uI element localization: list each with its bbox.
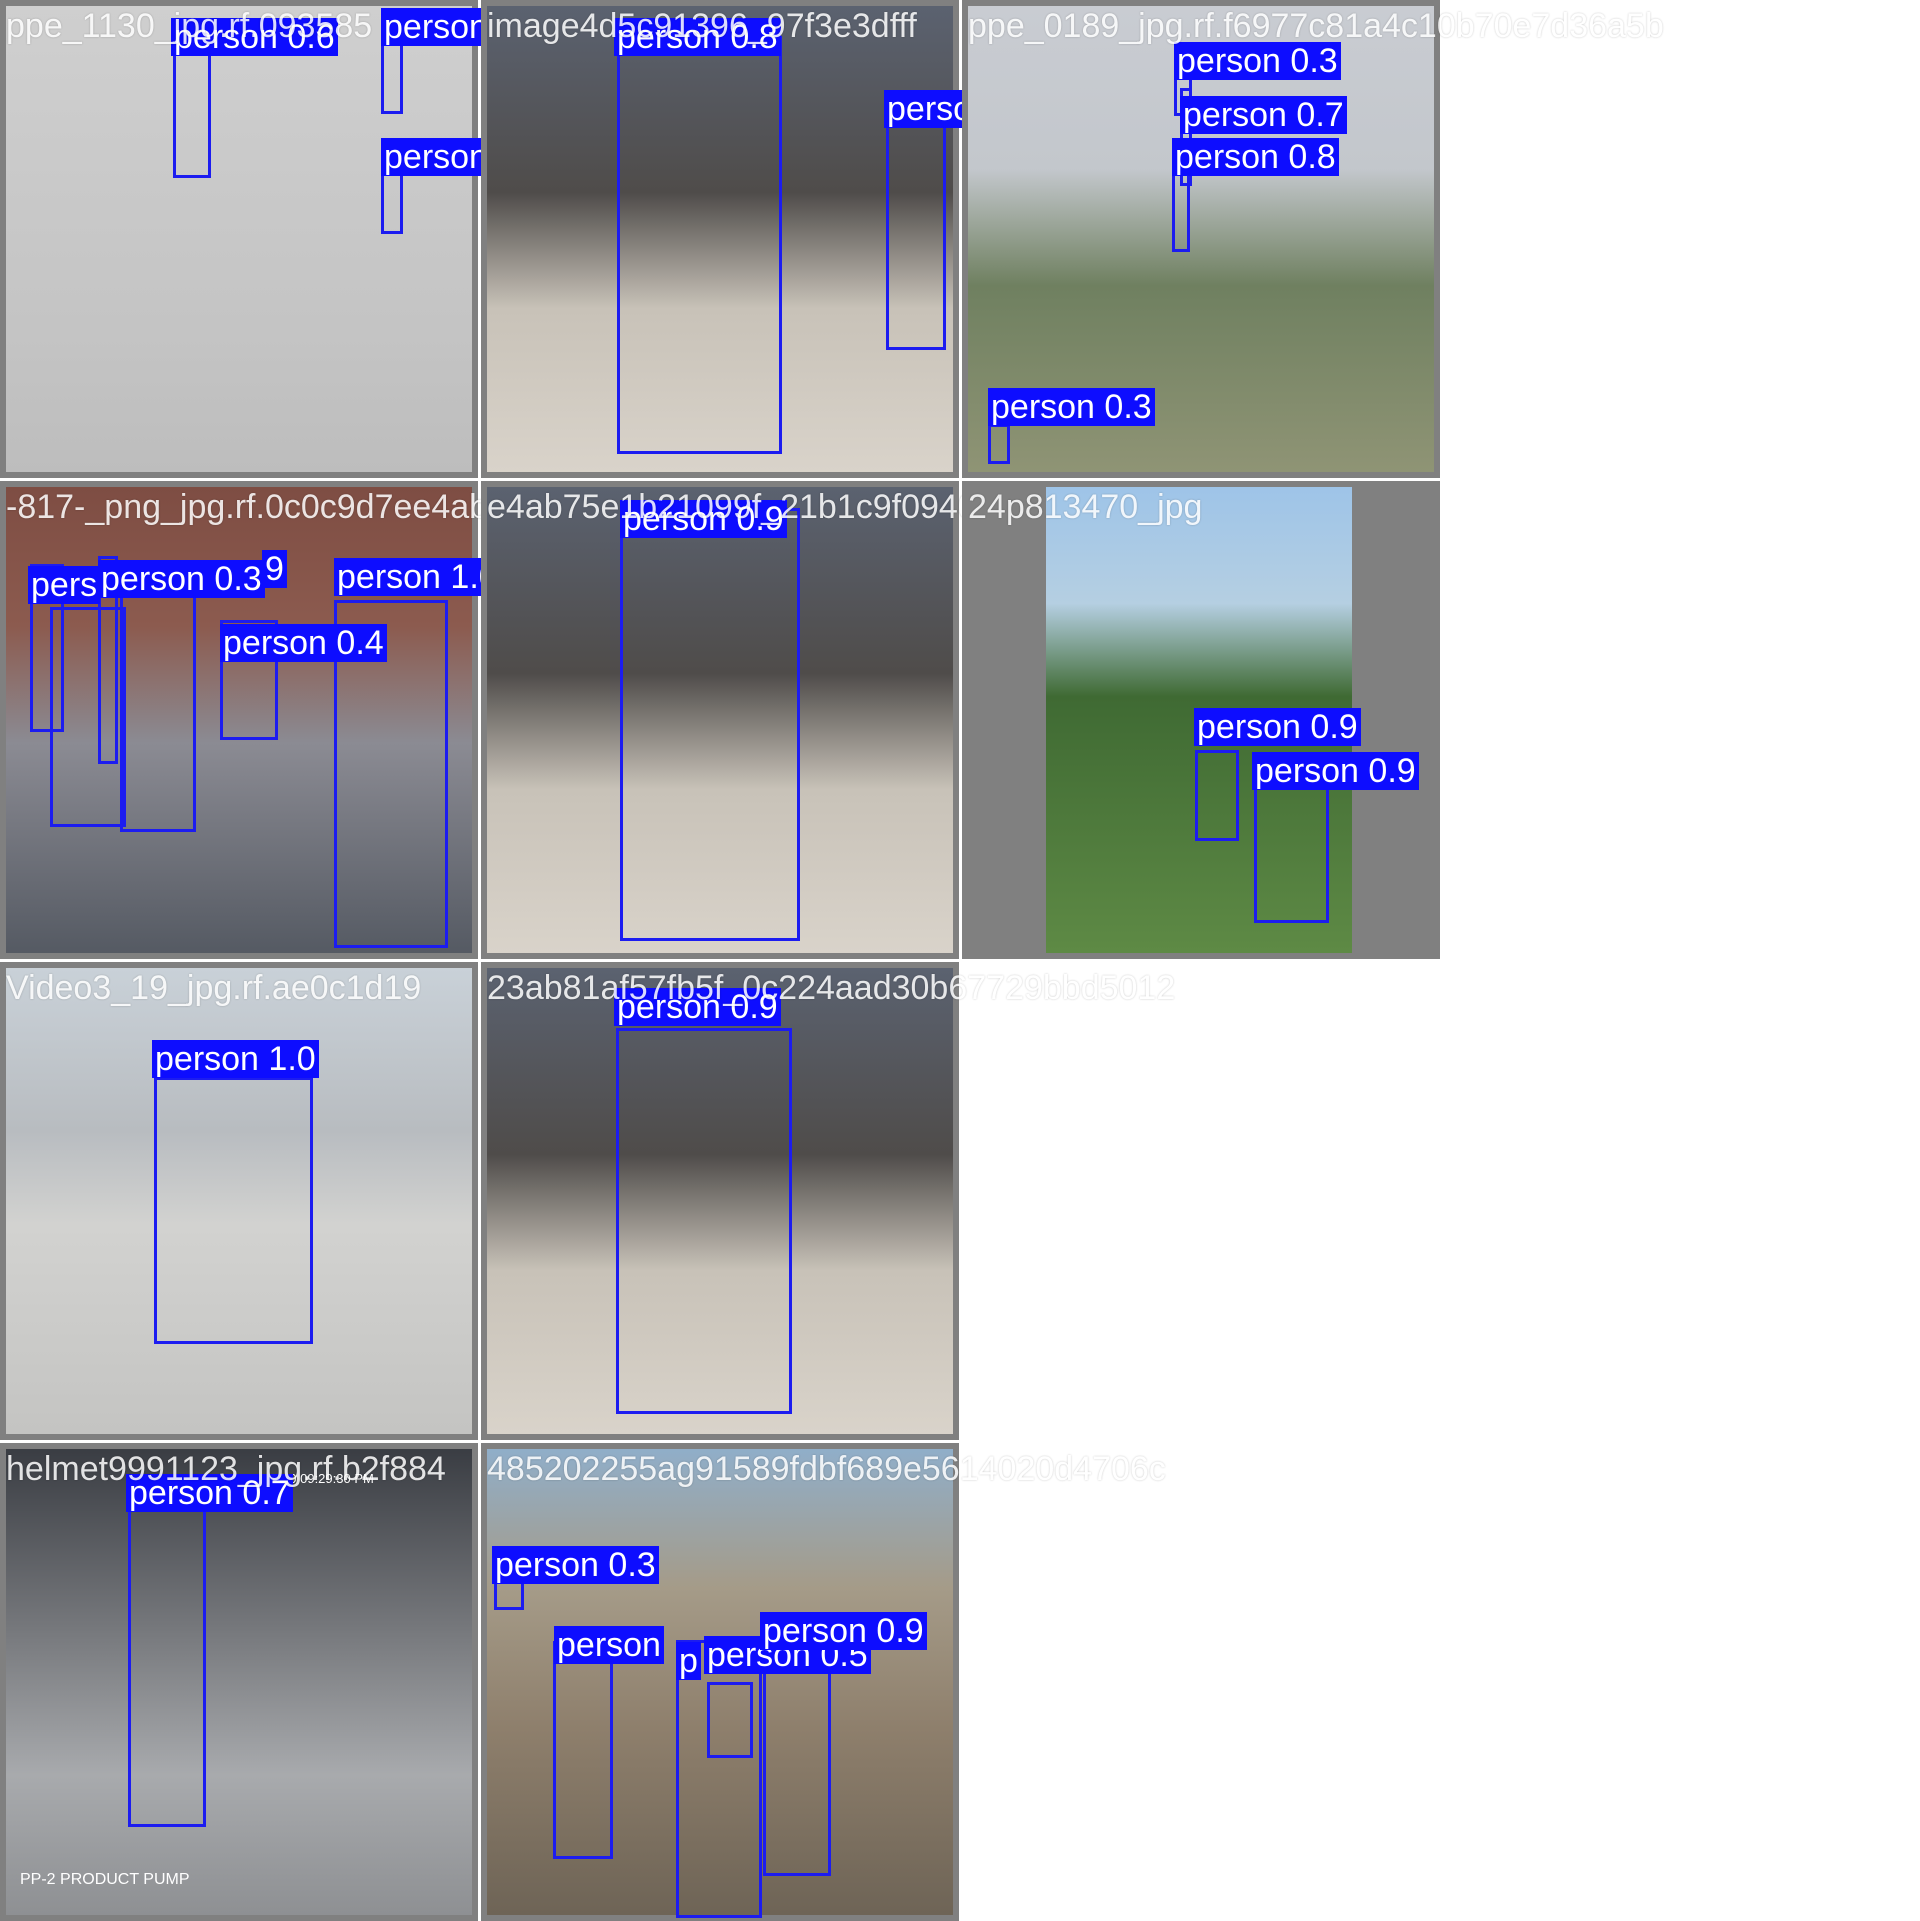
detection-label: person — [554, 1626, 664, 1664]
tile-caption: PP-2 PRODUCT PUMP — [20, 1871, 190, 1888]
detection-label: person 0.8 — [614, 18, 781, 56]
detection-label: person 0.3 — [988, 388, 1155, 426]
detection-label: person 0.7 — [126, 1474, 293, 1512]
detection-mosaic: person 0.6 person 0.4 person 0.3 ppe_1130_j… — [0, 0, 1920, 1921]
detection-label: person 0.9 — [760, 1612, 927, 1650]
detection-label: person 0.9 — [620, 500, 787, 538]
detection-label: person 1.0 — [334, 558, 501, 596]
detection-label: person 0.8 — [1172, 138, 1339, 176]
detection-box — [763, 1660, 831, 1876]
detection-label: person 0.3 — [492, 1546, 659, 1584]
detection-box — [617, 36, 782, 454]
detection-label: pers — [28, 566, 101, 604]
detection-label: 9 — [262, 550, 287, 588]
detection-box — [616, 1028, 792, 1414]
detection-box — [707, 1682, 753, 1758]
detection-box — [1254, 787, 1329, 923]
detection-box — [886, 108, 946, 350]
detection-box — [120, 595, 196, 832]
tile-photo — [6, 1449, 472, 1915]
detection-box — [50, 607, 126, 827]
detection-box — [620, 508, 800, 941]
detection-label: person 0.7 — [1180, 96, 1347, 134]
detection-label: person 1.0 — [152, 1040, 319, 1078]
detection-label: person 0.4 — [220, 624, 387, 662]
mosaic-tile: 2022-02-20 09:29:30 PM PP-2 PRODUCT PUMP — [0, 1443, 478, 1921]
detection-box — [988, 424, 1010, 464]
detection-label: person 0.3 — [98, 560, 265, 598]
detection-label: person 0.9 — [614, 988, 781, 1026]
detection-box — [1195, 750, 1239, 841]
detection-label: person 0.9 — [1252, 752, 1419, 790]
detection-label: p — [676, 1642, 701, 1680]
detection-label: person 0.9 — [1194, 708, 1361, 746]
detection-label: person 0.6 — [171, 18, 338, 56]
detection-label: person 0.3 — [1174, 42, 1341, 80]
detection-box — [154, 1077, 313, 1344]
mosaic-tile — [0, 0, 478, 478]
detection-box — [128, 1475, 206, 1827]
detection-box — [553, 1641, 613, 1859]
